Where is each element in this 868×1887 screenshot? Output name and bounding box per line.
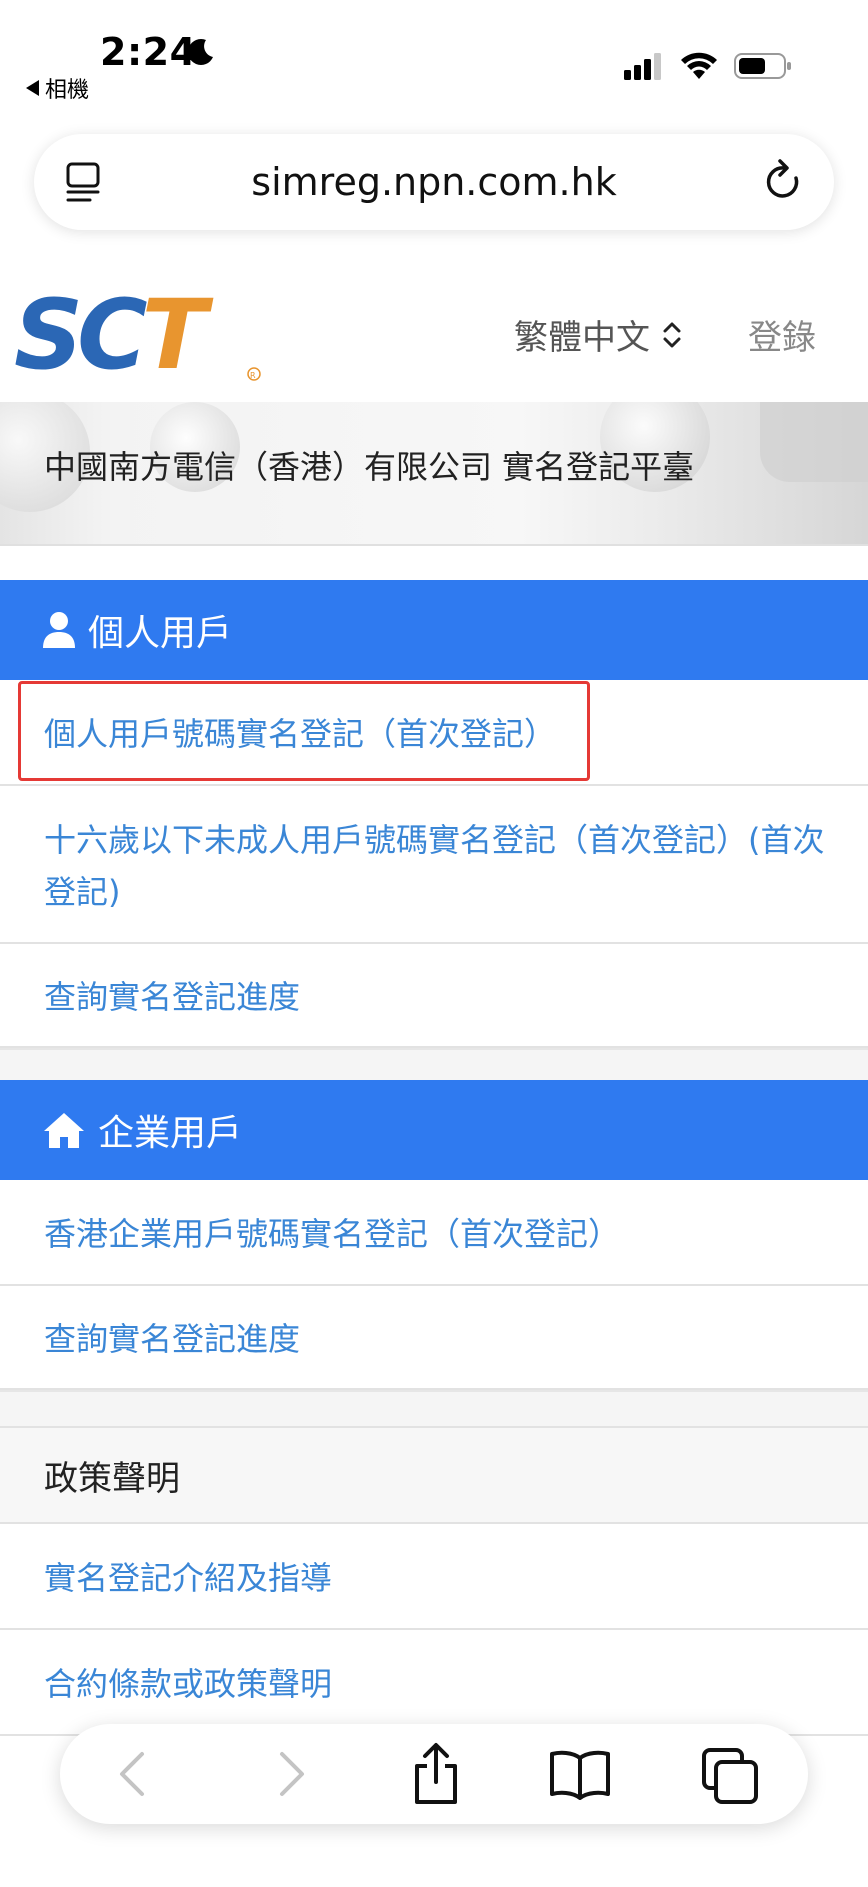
signal-icon — [624, 53, 661, 80]
highlight-box — [18, 681, 590, 781]
list-item-label: 十六歲以下未成人用戶號碼實名登記（首次登記）(首次登記) — [44, 821, 825, 911]
svg-text:R: R — [250, 371, 256, 380]
policy-header: 政策聲明 — [0, 1426, 868, 1524]
forward-icon[interactable] — [260, 1746, 316, 1802]
list-item-label: 查詢實名登記進度 — [44, 1320, 301, 1358]
login-link[interactable]: 登錄 — [748, 310, 816, 359]
list-item-label: 香港企業用戶號碼實名登記（首次登記） — [44, 1215, 621, 1253]
personal-users-header: 個人用戶 — [0, 580, 868, 680]
back-app-label: 相機 — [45, 78, 90, 103]
back-icon[interactable] — [108, 1746, 164, 1802]
chevron-updown-icon — [663, 322, 681, 347]
enterprise-users-title: 企業用戶 — [98, 1113, 243, 1154]
language-selector[interactable]: 繁體中文 — [514, 310, 682, 359]
list-item-enterprise-progress[interactable]: 查詢實名登記進度 — [0, 1286, 868, 1390]
list-item-intro-guide[interactable]: 實名登記介紹及指導 — [0, 1524, 868, 1630]
user-icon — [43, 612, 75, 648]
personal-users-title: 個人用戶 — [88, 613, 233, 654]
banner-title: 中國南方電信（香港）有限公司 實名登記平臺 — [44, 448, 695, 486]
svg-text:SCT: SCT — [14, 290, 214, 386]
url-text[interactable]: simreg.npn.com.hk — [34, 160, 834, 204]
share-icon[interactable] — [408, 1742, 464, 1806]
list-item-terms-policy[interactable]: 合約條款或政策聲明 — [0, 1630, 868, 1736]
section-spacer — [0, 1390, 868, 1426]
language-label: 繁體中文 — [514, 318, 650, 358]
page-banner: 中國南方電信（香港）有限公司 實名登記平臺 — [0, 402, 868, 546]
address-bar[interactable]: simreg.npn.com.hk — [34, 134, 834, 230]
section-spacer — [0, 1048, 868, 1080]
list-item-minor-register[interactable]: 十六歲以下未成人用戶號碼實名登記（首次登記）(首次登記) — [0, 786, 868, 944]
back-to-app-button[interactable]: 相機 — [26, 72, 89, 104]
status-time: 2:24 — [100, 30, 197, 74]
list-item-label: 合約條款或政策聲明 — [44, 1665, 333, 1703]
sct-logo[interactable]: SCT R — [14, 290, 266, 386]
list-item-enterprise-register[interactable]: 香港企業用戶號碼實名登記（首次登記） — [0, 1180, 868, 1286]
reload-icon[interactable] — [762, 158, 806, 206]
banner-decoration — [760, 402, 868, 482]
tabs-icon[interactable] — [700, 1746, 760, 1806]
back-triangle-icon — [26, 80, 39, 96]
policy-title: 政策聲明 — [44, 1458, 180, 1499]
list-item-label: 實名登記介紹及指導 — [44, 1559, 333, 1597]
bookmarks-icon[interactable] — [548, 1746, 612, 1802]
battery-icon — [734, 53, 791, 79]
list-item-label: 查詢實名登記進度 — [44, 978, 301, 1016]
wifi-icon — [681, 52, 717, 79]
home-icon — [44, 1113, 84, 1148]
moon-icon — [188, 39, 213, 65]
status-bar: 2:24 相機 — [0, 0, 868, 110]
status-icons — [624, 52, 792, 80]
enterprise-users-header: 企業用戶 — [0, 1080, 868, 1180]
browser-toolbar — [60, 1724, 808, 1824]
site-header: SCT R 繁體中文 登錄 — [0, 270, 868, 400]
list-item-personal-progress[interactable]: 查詢實名登記進度 — [0, 944, 868, 1048]
